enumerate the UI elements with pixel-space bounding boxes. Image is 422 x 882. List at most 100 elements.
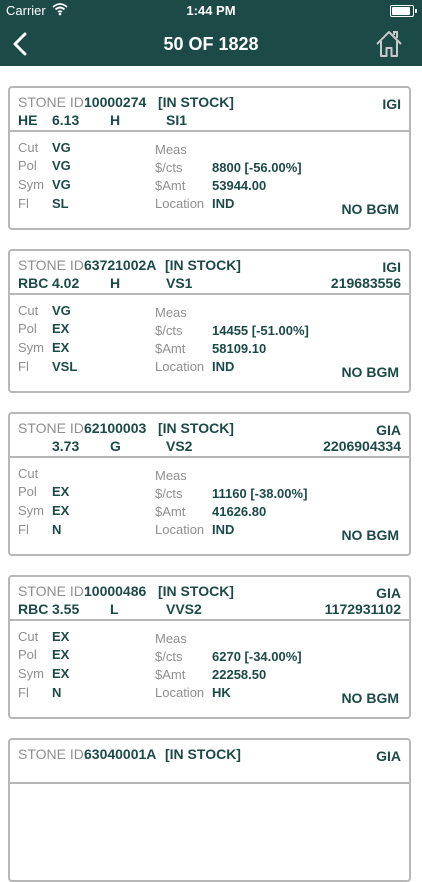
amount-value: 41626.80 bbox=[212, 504, 267, 519]
pol-label: Pol bbox=[18, 647, 37, 662]
price-label: $/cts bbox=[155, 323, 183, 338]
sym-value: EX bbox=[52, 503, 70, 518]
cert-number: 219683556 bbox=[330, 275, 401, 291]
color: H bbox=[110, 275, 121, 291]
cut-label: Cut bbox=[18, 303, 39, 318]
sym-label: Sym bbox=[18, 666, 44, 681]
nav-bar: 50 OF 1828 bbox=[0, 22, 422, 66]
fl-label: Fl bbox=[18, 685, 29, 700]
amount-label: $Amt bbox=[155, 667, 186, 682]
fl-value: VSL bbox=[52, 359, 78, 374]
amount-label: $Amt bbox=[155, 341, 186, 356]
stock-status: [IN STOCK] bbox=[165, 746, 241, 762]
stone-card[interactable]: STONE ID: 10000274 [IN STOCK] IGI HE 6.1… bbox=[8, 86, 411, 230]
sym-label: Sym bbox=[18, 177, 44, 192]
meas-label: Meas bbox=[155, 305, 187, 320]
page-title: 50 OF 1828 bbox=[163, 34, 259, 54]
pol-value: EX bbox=[52, 484, 70, 499]
card-header: STONE ID: 63040001A [IN STOCK] GIA bbox=[10, 740, 409, 784]
stone-card[interactable]: STONE ID: 63040001A [IN STOCK] GIA bbox=[8, 738, 411, 882]
lab: GIA bbox=[376, 748, 401, 764]
shape: RBC bbox=[18, 601, 49, 617]
clock: 1:44 PM bbox=[186, 3, 236, 18]
card-header: STONE ID: 62100003 [IN STOCK] GIA 3.73 G… bbox=[10, 414, 409, 458]
stone-id: 63721002A bbox=[84, 257, 157, 273]
clarity: VS2 bbox=[166, 438, 193, 454]
location-label: Location bbox=[155, 522, 205, 537]
stone-id: 63040001A bbox=[84, 746, 157, 762]
stone-id-label: STONE ID: bbox=[18, 420, 88, 436]
location-value: HK bbox=[212, 685, 231, 700]
lab: IGI bbox=[382, 259, 401, 275]
meas-label: Meas bbox=[155, 631, 187, 646]
fl-label: Fl bbox=[18, 196, 29, 211]
carat: 3.55 bbox=[52, 601, 80, 617]
lab: IGI bbox=[382, 96, 401, 112]
stock-status: [IN STOCK] bbox=[158, 583, 234, 599]
stone-id: 62100003 bbox=[84, 420, 147, 436]
cut-value: EX bbox=[52, 629, 70, 644]
price-value: 6270 [-34.00%] bbox=[212, 649, 302, 664]
battery-icon bbox=[390, 5, 417, 17]
stone-id: 10000274 bbox=[84, 94, 147, 110]
location-label: Location bbox=[155, 685, 205, 700]
pol-label: Pol bbox=[18, 484, 37, 499]
sym-value: EX bbox=[52, 666, 70, 681]
location-value: IND bbox=[212, 522, 235, 537]
carat: 4.02 bbox=[52, 275, 80, 291]
fl-value: N bbox=[52, 522, 62, 537]
sym-label: Sym bbox=[18, 503, 44, 518]
stone-card[interactable]: STONE ID: 62100003 [IN STOCK] GIA 3.73 G… bbox=[8, 412, 411, 556]
pol-label: Pol bbox=[18, 321, 37, 336]
stock-status: [IN STOCK] bbox=[158, 420, 234, 436]
location-label: Location bbox=[155, 196, 205, 211]
cert-number: 2206904334 bbox=[323, 438, 401, 454]
color: L bbox=[110, 601, 119, 617]
amount-label: $Amt bbox=[155, 504, 186, 519]
price-label: $/cts bbox=[155, 486, 183, 501]
pol-label: Pol bbox=[18, 158, 37, 173]
lab: GIA bbox=[376, 585, 401, 601]
amount-value: 53944.00 bbox=[212, 178, 267, 193]
location-label: Location bbox=[155, 359, 205, 374]
status-bar: Carrier 1:44 PM bbox=[0, 0, 422, 22]
meas-label: Meas bbox=[155, 468, 187, 483]
card-header: STONE ID: 10000274 [IN STOCK] IGI HE 6.1… bbox=[10, 88, 409, 132]
clarity: VVS2 bbox=[166, 601, 202, 617]
cert-number: 1172931102 bbox=[324, 601, 401, 617]
bgm-status: NO BGM bbox=[341, 527, 399, 543]
stone-card[interactable]: STONE ID: 63721002A [IN STOCK] IGI RBC 4… bbox=[8, 249, 411, 393]
pol-value: VG bbox=[52, 158, 71, 173]
pol-value: EX bbox=[52, 647, 70, 662]
stone-card[interactable]: STONE ID: 10000486 [IN STOCK] GIA RBC 3.… bbox=[8, 575, 411, 719]
lab: GIA bbox=[376, 422, 401, 438]
stock-status: [IN STOCK] bbox=[158, 94, 234, 110]
bgm-status: NO BGM bbox=[341, 690, 399, 706]
carat: 6.13 bbox=[52, 112, 80, 128]
cut-label: Cut bbox=[18, 140, 39, 155]
color: H bbox=[110, 112, 121, 128]
stone-id-label: STONE ID: bbox=[18, 583, 88, 599]
pol-value: EX bbox=[52, 321, 70, 336]
price-value: 11160 [-38.00%] bbox=[212, 486, 308, 501]
clarity: SI1 bbox=[166, 112, 188, 128]
meas-label: Meas bbox=[155, 142, 187, 157]
carat: 3.73 bbox=[52, 438, 80, 454]
color: G bbox=[110, 438, 121, 454]
stock-status: [IN STOCK] bbox=[165, 257, 241, 273]
amount-value: 22258.50 bbox=[212, 667, 267, 682]
fl-value: N bbox=[52, 685, 62, 700]
stone-id-label: STONE ID: bbox=[18, 94, 88, 110]
price-value: 14455 [-51.00%] bbox=[212, 323, 309, 338]
stone-id: 10000486 bbox=[84, 583, 147, 599]
sym-value: VG bbox=[52, 177, 71, 192]
shape: RBC bbox=[18, 275, 49, 291]
fl-label: Fl bbox=[18, 359, 29, 374]
card-header: STONE ID: 10000486 [IN STOCK] GIA RBC 3.… bbox=[10, 577, 409, 621]
home-icon[interactable] bbox=[374, 29, 404, 59]
card-header: STONE ID: 63721002A [IN STOCK] IGI RBC 4… bbox=[10, 251, 409, 295]
shape: HE bbox=[18, 112, 38, 128]
cut-value: VG bbox=[52, 140, 71, 155]
fl-label: Fl bbox=[18, 522, 29, 537]
price-label: $/cts bbox=[155, 160, 183, 175]
